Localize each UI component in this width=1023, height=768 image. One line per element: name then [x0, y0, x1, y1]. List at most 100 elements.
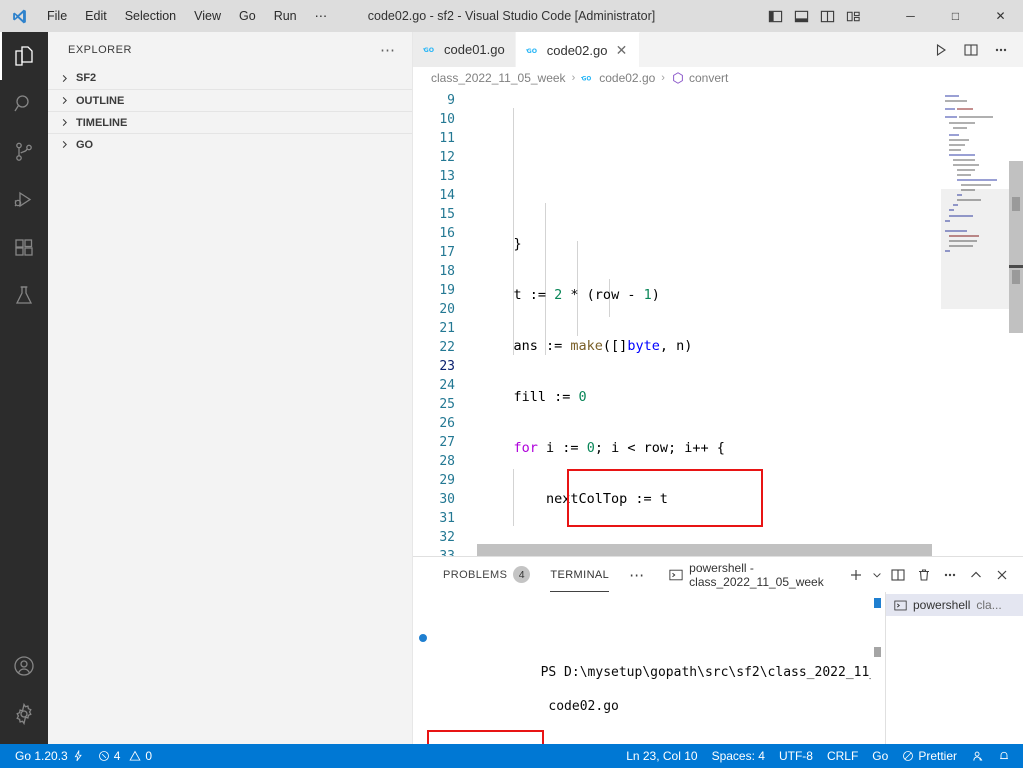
- status-cursor-position[interactable]: Ln 23, Col 10: [619, 744, 704, 768]
- menu-go[interactable]: Go: [230, 3, 265, 29]
- close-panel-button[interactable]: [989, 562, 1015, 588]
- status-problems[interactable]: 4 0: [91, 744, 159, 768]
- editor-tab-code01[interactable]: GO code01.go: [413, 32, 516, 67]
- terminal-line-wrap: code02.go: [431, 681, 871, 714]
- code-line[interactable]: }: [477, 235, 941, 254]
- code-editor[interactable]: 9 10 11 12 13 14 15 16 17 18 19 20 21 22: [413, 89, 1023, 556]
- code-token: 1: [643, 287, 652, 303]
- indent-guide: [513, 108, 514, 355]
- panel-tab-overflow-icon[interactable]: ⋯: [619, 566, 655, 584]
- window-maximize-button[interactable]: □: [933, 0, 978, 32]
- window-minimize-button[interactable]: ─: [888, 0, 933, 32]
- panel-tab-terminal[interactable]: TERMINAL: [540, 557, 619, 592]
- workbench-body: EXPLORER ⋯ SF2 OUTLINE TIMELINE GO GO co…: [0, 32, 1023, 744]
- status-prettier[interactable]: Prettier: [895, 744, 964, 768]
- sidebar-header: EXPLORER ⋯: [48, 32, 412, 67]
- line-number: 29: [439, 473, 455, 488]
- terminal-name[interactable]: powershell - class_2022_11_05_week: [669, 561, 843, 589]
- breadcrumb-folder[interactable]: class_2022_11_05_week: [431, 71, 566, 85]
- run-code-button[interactable]: [927, 36, 955, 64]
- split-terminal-button[interactable]: [885, 562, 911, 588]
- status-remote-window[interactable]: [964, 744, 991, 768]
- line-number-active: 23: [439, 359, 455, 374]
- new-terminal-button[interactable]: [843, 562, 869, 588]
- menu-file[interactable]: File: [38, 3, 76, 29]
- panel-more-actions-button[interactable]: [937, 562, 963, 588]
- sidebar-item-sf2[interactable]: SF2: [48, 67, 412, 89]
- indent-guide: [545, 203, 546, 355]
- toggle-primary-sidebar-icon[interactable]: [762, 1, 788, 31]
- code-scroll-area[interactable]: 9 10 11 12 13 14 15 16 17 18 19 20 21 22: [413, 89, 941, 556]
- editor-vertical-scrollbar[interactable]: [1009, 89, 1023, 556]
- code-line[interactable]: for i := 0; i < row; i++ {: [477, 439, 941, 458]
- panel-body: PS D:\mysetup\gopath\src\sf2\class_2022_…: [413, 592, 1023, 744]
- status-language-mode[interactable]: Go: [865, 744, 895, 768]
- window-close-button[interactable]: ✕: [978, 0, 1023, 32]
- code-token: for: [513, 440, 538, 456]
- toggle-secondary-sidebar-icon[interactable]: [814, 1, 840, 31]
- panel-actions: [843, 562, 1023, 588]
- minimap-slider[interactable]: [941, 189, 1009, 309]
- activity-bar-item-search[interactable]: [0, 80, 48, 128]
- editor-more-actions-button[interactable]: [987, 36, 1015, 64]
- maximize-panel-button[interactable]: [963, 562, 989, 588]
- terminal-line-output: PAHNAPLSIIGYIR: [427, 730, 871, 744]
- code-line[interactable]: nextColTop := t: [477, 490, 941, 509]
- editor-vertical-scrollbar-thumb[interactable]: [1009, 161, 1023, 333]
- svg-text:GO: GO: [526, 48, 536, 55]
- terminal-icon: [669, 568, 683, 582]
- run-debug-icon: [12, 188, 36, 212]
- activity-bar-item-run-and-debug[interactable]: [0, 176, 48, 224]
- sidebar-item-outline[interactable]: OUTLINE: [48, 89, 412, 111]
- code-token: make: [570, 338, 603, 354]
- activity-bar-item-settings[interactable]: [0, 690, 48, 738]
- menu-view[interactable]: View: [185, 3, 230, 29]
- activity-bar-item-accounts[interactable]: [0, 642, 48, 690]
- editor-horizontal-scrollbar-thumb[interactable]: [477, 544, 932, 556]
- code-line[interactable]: t := 2 * (row - 1): [477, 286, 941, 305]
- warning-icon: [129, 750, 141, 762]
- close-icon[interactable]: ✕: [613, 43, 629, 57]
- terminal-line-text: code02.go: [540, 699, 619, 714]
- customize-layout-icon[interactable]: [840, 1, 866, 31]
- panel-tab-problems[interactable]: PROBLEMS 4: [433, 557, 540, 592]
- menu-selection[interactable]: Selection: [116, 3, 185, 29]
- status-eol[interactable]: CRLF: [820, 744, 865, 768]
- editor-minimap[interactable]: [941, 89, 1009, 556]
- terminal-list-item[interactable]: powershell cla...: [886, 594, 1023, 616]
- status-encoding[interactable]: UTF-8: [772, 744, 820, 768]
- activity-bar-item-explorer[interactable]: [0, 32, 48, 80]
- activity-bar-item-source-control[interactable]: [0, 128, 48, 176]
- activity-bar-item-testing[interactable]: [0, 272, 48, 320]
- breadcrumb-symbol[interactable]: convert: [671, 71, 728, 85]
- editor-tab-bar: GO code01.go GO code02.go ✕: [413, 32, 1023, 67]
- menu-edit[interactable]: Edit: [76, 3, 116, 29]
- kill-terminal-button[interactable]: [911, 562, 937, 588]
- toggle-panel-icon[interactable]: [788, 1, 814, 31]
- code-content[interactable]: } t := 2 * (row - 1) ans := make([]byte,…: [477, 89, 941, 556]
- activity-bar-item-extensions[interactable]: [0, 224, 48, 272]
- terminal-tabs-list[interactable]: powershell cla...: [885, 592, 1023, 744]
- status-go-version[interactable]: Go 1.20.3: [8, 744, 91, 768]
- editor-tab-label: code02.go: [546, 42, 608, 58]
- menu-run[interactable]: Run: [265, 3, 306, 29]
- line-number: 32: [439, 530, 455, 545]
- menu-more[interactable]: ⋯: [306, 3, 337, 29]
- code-line[interactable]: ans := make([]byte, n): [477, 337, 941, 356]
- terminal-scrollbar[interactable]: [871, 592, 885, 744]
- code-line[interactable]: fill := 0: [477, 388, 941, 407]
- menu-bar[interactable]: File Edit Selection View Go Run ⋯: [38, 3, 336, 29]
- status-notifications[interactable]: [991, 744, 1017, 768]
- sidebar-item-go[interactable]: GO: [48, 133, 412, 155]
- account-icon: [12, 654, 36, 678]
- editor-horizontal-scrollbar[interactable]: [477, 544, 932, 556]
- terminal-output[interactable]: PS D:\mysetup\gopath\src\sf2\class_2022_…: [413, 592, 871, 744]
- split-editor-button[interactable]: [957, 36, 985, 64]
- status-indentation[interactable]: Spaces: 4: [705, 744, 772, 768]
- breadcrumb-file[interactable]: GO code02.go: [581, 71, 655, 85]
- editor-tab-code02[interactable]: GO code02.go ✕: [515, 32, 641, 67]
- terminal-profile-dropdown-button[interactable]: [869, 562, 885, 588]
- sidebar-more-actions-icon[interactable]: ⋯: [372, 41, 404, 59]
- breadcrumb-separator-icon: ›: [571, 72, 576, 84]
- sidebar-item-timeline[interactable]: TIMELINE: [48, 111, 412, 133]
